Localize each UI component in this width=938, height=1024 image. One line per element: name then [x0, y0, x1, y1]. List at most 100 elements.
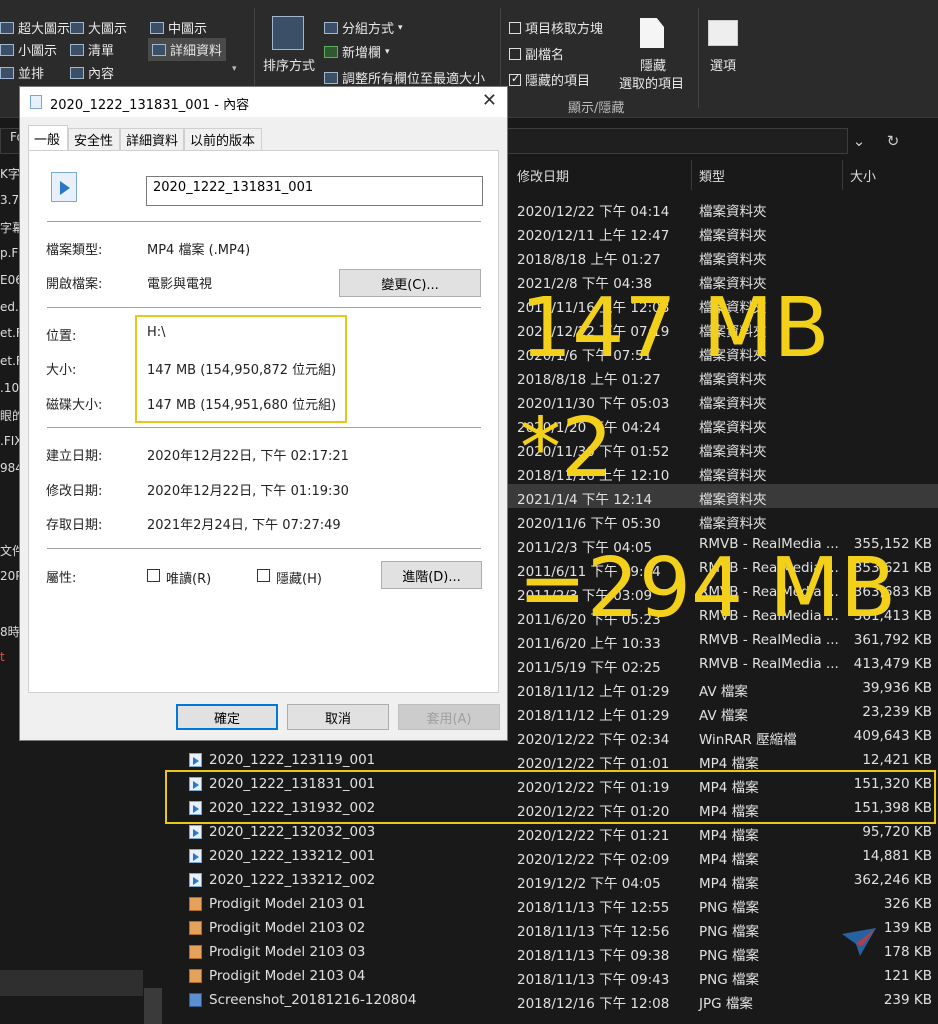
file-row[interactable]: Prodigit Model 2103 03 2018/11/13 下午 09:3… [164, 940, 938, 964]
file-row[interactable]: 2020_1222_133212_002 2019/12/2 下午 04:05 MP… [164, 868, 938, 892]
nav-fragment[interactable]: p.F [0, 246, 18, 260]
apply-button[interactable]: 套用(A) [398, 704, 500, 730]
readonly-checkbox[interactable] [147, 569, 160, 582]
file-date: 2020/12/11 上午 12:47 [517, 228, 670, 244]
refresh-icon[interactable]: ↻ [880, 128, 906, 154]
file-type: 檔案資料夾 [699, 444, 767, 460]
annotation-line2: *2 [520, 401, 614, 496]
layout-details[interactable]: 詳細資料 [148, 38, 227, 61]
file-name: Prodigit Model 2103 02 [209, 920, 366, 936]
checkbox-icon [509, 21, 521, 34]
mp4-file-icon [30, 95, 42, 109]
hide-selected-line2[interactable]: 選取的項目 [619, 73, 684, 92]
chevron-down-icon[interactable]: ⌄ [846, 128, 872, 154]
hide-selected-line1[interactable]: 隱藏 [640, 55, 666, 74]
layout-small[interactable]: 小圖示 [0, 40, 57, 59]
file-row[interactable]: 2020_1222_133212_001 2020/12/22 下午 02:09 M… [164, 844, 938, 868]
group-icon [324, 21, 338, 34]
file-size: 39,936 KB [862, 680, 932, 696]
hidden-label[interactable]: 隱藏(H) [276, 568, 322, 587]
extensions-toggle[interactable]: 副檔名 [509, 44, 564, 63]
readonly-label[interactable]: 唯讀(R) [166, 568, 211, 587]
checkbox-checked-icon [509, 72, 521, 86]
png-file-icon [189, 945, 202, 959]
file-size: 14,881 KB [862, 848, 932, 864]
file-size: 23,239 KB [862, 704, 932, 720]
add-column-button[interactable]: 新增欄 ▾ [324, 42, 390, 61]
file-type: 檔案資料夾 [699, 228, 767, 244]
file-name: Prodigit Model 2103 04 [209, 968, 366, 984]
dialog-titlebar[interactable]: 2020_1222_131831_001 - 內容 ✕ [20, 87, 507, 117]
file-name-field[interactable]: 2020_1222_131831_001 [146, 176, 483, 206]
file-type: 檔案資料夾 [699, 420, 767, 436]
layout-large[interactable]: 大圖示 [70, 18, 127, 37]
nav-fragment[interactable]: K字 [0, 165, 20, 182]
layout-list[interactable]: 清單 [70, 40, 114, 59]
column-header-type[interactable]: 類型 [691, 160, 843, 190]
file-row[interactable]: Prodigit Model 2103 01 2018/11/13 下午 12:5… [164, 892, 938, 916]
layout-content[interactable]: 內容 [70, 63, 114, 82]
nav-fragment[interactable]: t [0, 650, 5, 664]
tab-general[interactable]: 一般 [28, 125, 68, 151]
file-row[interactable]: Prodigit Model 2103 04 2018/11/13 下午 09:4… [164, 964, 938, 988]
column-header-size[interactable]: 大小 [842, 160, 938, 190]
modified-label: 修改日期: [46, 484, 103, 499]
tab-security[interactable]: 安全性 [68, 128, 120, 150]
file-row[interactable]: Prodigit Model 2103 02 2018/11/13 下午 12:5… [164, 916, 938, 940]
file-name: 2020_1222_133212_001 [209, 848, 376, 864]
layout-more-icon[interactable]: ▾ [232, 64, 237, 74]
sort-button[interactable]: 排序方式 [263, 55, 315, 74]
file-row[interactable]: 2020_1222_123119_001 2020/12/22 下午 01:01 M… [164, 748, 938, 772]
nav-fragment[interactable]: 8時 [0, 623, 20, 640]
file-date: 2018/11/12 上午 01:29 [517, 708, 670, 724]
opens-with-value: 電影與電視 [147, 277, 213, 292]
file-date: 2018/11/12 上午 01:29 [517, 684, 670, 700]
file-name: 2020_1222_123119_001 [209, 752, 376, 768]
group-by-button[interactable]: 分組方式 ▾ [324, 18, 403, 37]
png-file-icon [189, 921, 202, 935]
file-size: 413,479 KB [853, 656, 932, 672]
options-button[interactable]: 選項 [710, 55, 736, 74]
file-type-value: MP4 檔案 (.MP4) [147, 243, 251, 258]
file-row[interactable]: Screenshot_20181216-120804 2018/12/16 下午 … [164, 988, 938, 1012]
show-hide-group-caption: 顯示/隱藏 [568, 101, 625, 116]
fit-columns-button[interactable]: 調整所有欄位至最適大小 [324, 68, 485, 87]
file-type: PNG 檔案 [699, 948, 759, 964]
layout-extra-large[interactable]: 超大圖示 [0, 18, 70, 37]
extra-large-icon [0, 21, 14, 34]
file-date: 2018/11/13 下午 12:56 [517, 924, 670, 940]
nav-scroll-track[interactable] [0, 970, 143, 996]
layout-medium[interactable]: 中圖示 [150, 18, 207, 37]
modified-value: 2020年12月22日, 下午 01:19:30 [147, 484, 349, 499]
tab-details[interactable]: 詳細資料 [120, 128, 184, 150]
hidden-items-toggle[interactable]: 隱藏的項目 [509, 70, 590, 89]
fit-columns-icon [324, 71, 338, 84]
layout-tiles[interactable]: 並排 [0, 63, 44, 82]
file-type: 檔案資料夾 [699, 252, 767, 268]
cancel-button[interactable]: 取消 [287, 704, 389, 730]
nav-fragment[interactable]: 3.7 [0, 193, 19, 207]
close-icon[interactable]: ✕ [482, 90, 497, 111]
file-size: 239 KB [883, 992, 932, 1008]
checkbox-icon [509, 47, 521, 60]
file-size: 178 KB [883, 944, 932, 960]
file-date: 2020/12/22 下午 01:21 [517, 828, 670, 844]
sort-icon [272, 16, 304, 50]
change-button[interactable]: 變更(C)... [339, 269, 481, 297]
item-checkboxes-toggle[interactable]: 項目核取方塊 [509, 18, 603, 37]
nav-fragment[interactable]: .10 [0, 381, 19, 395]
nav-scrollbar-thumb[interactable] [144, 988, 162, 1024]
divider [47, 307, 481, 308]
divider [47, 221, 481, 222]
ok-button[interactable]: 確定 [176, 704, 278, 730]
png-file-icon [189, 969, 202, 983]
file-name: 2020_1222_132032_003 [209, 824, 376, 840]
hidden-checkbox[interactable] [257, 569, 270, 582]
tab-previous-versions[interactable]: 以前的版本 [184, 128, 262, 150]
column-header-date[interactable]: 修改日期 [509, 160, 692, 190]
advanced-button[interactable]: 進階(D)... [381, 561, 482, 589]
file-date: 2018/11/13 下午 09:43 [517, 972, 670, 988]
file-type: MP4 檔案 [699, 852, 759, 868]
file-name: Screenshot_20181216-120804 [209, 992, 417, 1008]
file-type: JPG 檔案 [699, 996, 753, 1012]
